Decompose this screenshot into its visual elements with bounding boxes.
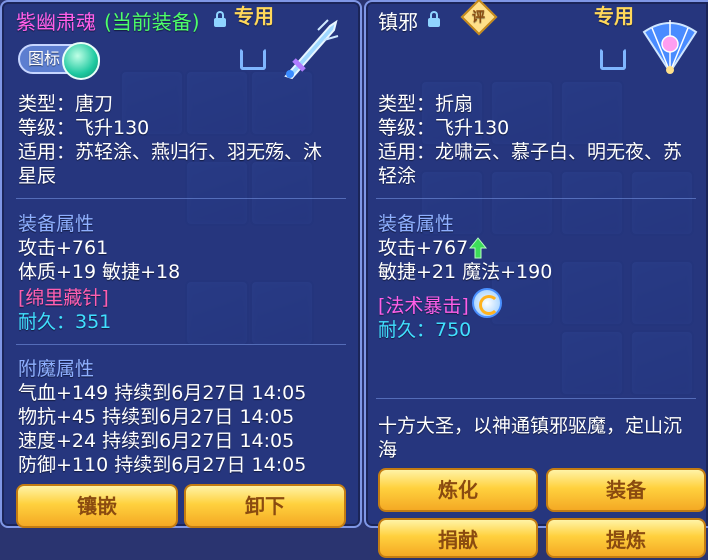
item-name: 紫幽肃魂	[16, 10, 96, 34]
arrow-up-icon	[468, 237, 488, 259]
apply-line-cont: 轻涂	[378, 165, 417, 187]
enchant-line: 防御+110 持续到6月27日 14:05	[18, 454, 307, 476]
sword-item-icon	[284, 19, 339, 80]
share-icon[interactable]	[600, 48, 626, 70]
special-skill: [法术暴击]	[378, 295, 469, 317]
durability: 耐久：351	[18, 311, 112, 333]
enchant-line: 气血+149 持续到6月27日 14:05	[18, 382, 307, 404]
attr-line: 体质+19 敏捷+18	[18, 261, 181, 283]
divider	[376, 198, 696, 199]
apply-line-cont: 星辰	[18, 165, 57, 187]
type-line: 类型：折扇	[378, 93, 474, 115]
equip-button[interactable]: 装备	[546, 468, 706, 512]
special-skill: [绵里藏针]	[18, 287, 109, 309]
extract-button[interactable]: 提炼	[546, 518, 706, 558]
exclusive-badge: 专用	[594, 4, 634, 28]
attr-line: 敏捷+21 魔法+190	[378, 261, 553, 283]
equipped-tag: (当前装备)	[104, 10, 200, 34]
left-item-panel: 紫幽肃魂 (当前装备) 专用 图标 类型：唐刀 等级：飞升130 适用：苏轻涂、…	[0, 0, 362, 528]
level-line: 等级：飞升130	[378, 117, 510, 139]
description-line: 海	[378, 439, 398, 461]
apply-line: 适用：苏轻涂、燕归行、羽无殇、沐	[18, 141, 323, 163]
enchant-header: 附魔属性	[18, 358, 95, 380]
lock-icon	[428, 11, 440, 27]
description-line: 十方大圣，以神通镇邪驱魔，定山沉	[378, 415, 683, 437]
level-line: 等级：飞升130	[18, 117, 150, 139]
durability: 耐久：750	[378, 319, 472, 341]
type-line: 类型：唐刀	[18, 93, 114, 115]
donate-button[interactable]: 捐献	[378, 518, 538, 558]
icon-toggle-label: 图标	[28, 49, 61, 68]
inlay-button[interactable]: 镶嵌	[16, 484, 178, 528]
attr-header: 装备属性	[378, 213, 455, 235]
attr-header: 装备属性	[18, 213, 95, 235]
share-icon[interactable]	[240, 48, 266, 70]
attr-line: 攻击+767	[378, 237, 469, 259]
rating-label: 评	[472, 10, 486, 25]
enchant-line: 物抗+45 持续到6月27日 14:05	[18, 406, 295, 428]
fan-item-icon	[642, 20, 698, 74]
refresh-icon[interactable]	[472, 288, 502, 318]
icon-toggle[interactable]: 图标	[18, 42, 100, 80]
refine-button[interactable]: 炼化	[378, 468, 538, 512]
apply-line: 适用：龙啸云、慕子白、明无夜、苏	[378, 141, 683, 163]
divider	[16, 198, 346, 199]
attr-line: 攻击+761	[18, 237, 109, 259]
exclusive-badge: 专用	[234, 4, 274, 28]
toggle-knob	[62, 42, 100, 80]
lock-icon	[214, 11, 226, 27]
enchant-line: 速度+24 持续到6月27日 14:05	[18, 430, 295, 452]
divider	[376, 398, 696, 399]
divider	[16, 344, 346, 345]
unequip-button[interactable]: 卸下	[184, 484, 346, 528]
right-item-panel: 镇邪 评 专用 类型：折扇 等级：飞升130 适用：龙啸云、慕子白、明无夜、苏 …	[364, 0, 708, 558]
item-name: 镇邪	[378, 10, 418, 34]
